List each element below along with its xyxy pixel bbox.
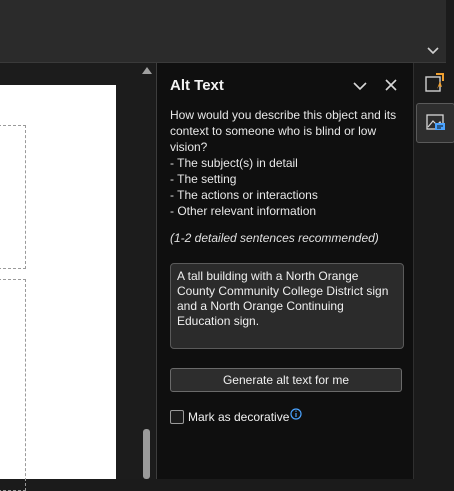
placeholder-box[interactable] bbox=[0, 279, 26, 491]
instruction-line: context to someone who is blind or low bbox=[170, 124, 377, 138]
mark-decorative-checkbox[interactable] bbox=[170, 410, 184, 424]
mark-decorative-label[interactable]: Mark as decorative bbox=[188, 410, 289, 424]
instruction-line: - Other relevant information bbox=[170, 204, 317, 218]
scrollbar-thumb[interactable] bbox=[143, 429, 150, 479]
slide-canvas bbox=[0, 63, 138, 491]
recommendation-text: (1-2 detailed sentences recommended) bbox=[170, 231, 379, 245]
alt-text-input[interactable]: A tall building with a North Orange Coun… bbox=[170, 263, 404, 349]
instruction-line: vision? bbox=[170, 140, 208, 154]
ribbon-area bbox=[0, 0, 446, 63]
designer-icon[interactable] bbox=[421, 69, 449, 97]
slide[interactable] bbox=[0, 85, 116, 491]
instruction-line: - The setting bbox=[170, 172, 237, 186]
generate-alt-text-button[interactable]: Generate alt text for me bbox=[170, 368, 402, 392]
chevron-down-icon[interactable] bbox=[426, 44, 440, 58]
instruction-line: - The actions or interactions bbox=[170, 188, 318, 202]
chevron-down-icon[interactable] bbox=[352, 79, 368, 93]
instruction-line: How would you describe this object and i… bbox=[170, 108, 397, 122]
pane-title: Alt Text bbox=[170, 77, 224, 94]
info-icon[interactable] bbox=[290, 408, 302, 420]
alt-text-pane-button[interactable] bbox=[416, 103, 454, 143]
ribbon-edge bbox=[446, 0, 454, 62]
scroll-up-icon[interactable] bbox=[142, 67, 152, 74]
alt-text-icon bbox=[426, 114, 445, 130]
instructions: How would you describe this object and i… bbox=[170, 107, 406, 219]
placeholder-box[interactable] bbox=[0, 125, 26, 269]
close-icon[interactable] bbox=[383, 77, 399, 93]
vertical-scrollbar[interactable] bbox=[138, 63, 155, 479]
instruction-line: - The subject(s) in detail bbox=[170, 156, 298, 170]
side-rail bbox=[413, 63, 454, 479]
alt-text-pane: Alt Text How would you describe this obj… bbox=[156, 63, 413, 479]
